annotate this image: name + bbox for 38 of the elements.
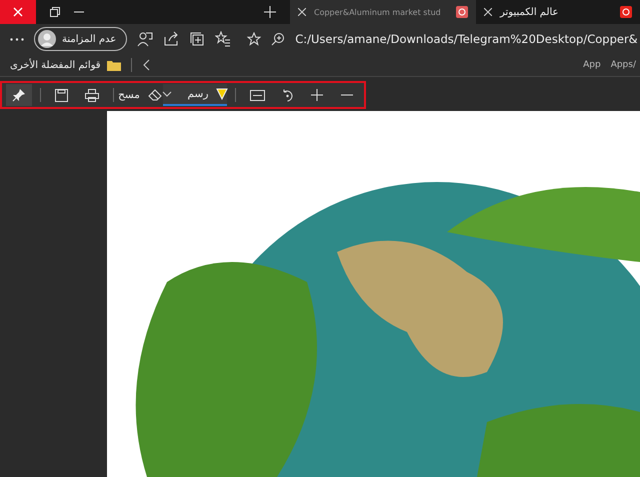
draw-button[interactable]: رسم xyxy=(162,84,228,106)
chevron-down-icon xyxy=(162,91,172,97)
close-window-button[interactable] xyxy=(0,0,36,24)
tab-title: عالم الكمبيوتر xyxy=(500,6,560,18)
close-icon xyxy=(13,7,23,17)
zoom-icon[interactable] xyxy=(271,32,286,46)
rotate-icon xyxy=(280,88,294,102)
restore-icon[interactable] xyxy=(50,7,60,17)
plus-icon xyxy=(311,89,323,101)
eraser-icon xyxy=(148,89,162,101)
favorite-star-icon[interactable] xyxy=(247,32,262,46)
site-icon xyxy=(620,6,632,18)
profile-button[interactable]: عدم المزامنة xyxy=(34,27,128,51)
fit-width-icon xyxy=(250,90,264,100)
feedback-icon[interactable] xyxy=(137,31,154,47)
more-icon[interactable] xyxy=(10,38,24,40)
site-icon xyxy=(456,6,468,18)
browser-tab[interactable]: Copper&Aluminum market stud xyxy=(290,0,476,24)
pin-toolbar-button[interactable] xyxy=(6,84,32,106)
print-icon xyxy=(84,88,99,102)
bookmark[interactable]: App xyxy=(583,60,601,70)
address-field[interactable]: C:/Users/amane/Downloads/Telegram%20Desktop/Copper& xyxy=(295,32,638,46)
pin-icon xyxy=(12,88,26,102)
collections-icon[interactable] xyxy=(189,31,206,47)
new-tab-icon[interactable] xyxy=(264,6,276,18)
folder-icon xyxy=(106,60,121,70)
save-icon xyxy=(55,88,68,102)
avatar-icon xyxy=(38,30,56,48)
chevron-left-icon[interactable] xyxy=(142,59,150,71)
highlighter-icon xyxy=(216,88,228,100)
other-favorites[interactable]: قوائم المفضلة الأخرى xyxy=(10,60,101,70)
erase-button[interactable]: مسح xyxy=(121,84,159,106)
tab-title: Copper&Aluminum market stud xyxy=(314,8,442,16)
close-tab-icon[interactable] xyxy=(484,8,492,16)
favorites-list-icon[interactable] xyxy=(215,31,232,47)
close-tab-icon[interactable] xyxy=(298,8,306,16)
share-icon[interactable] xyxy=(163,31,180,47)
bookmark[interactable]: Apps/ xyxy=(610,60,636,70)
